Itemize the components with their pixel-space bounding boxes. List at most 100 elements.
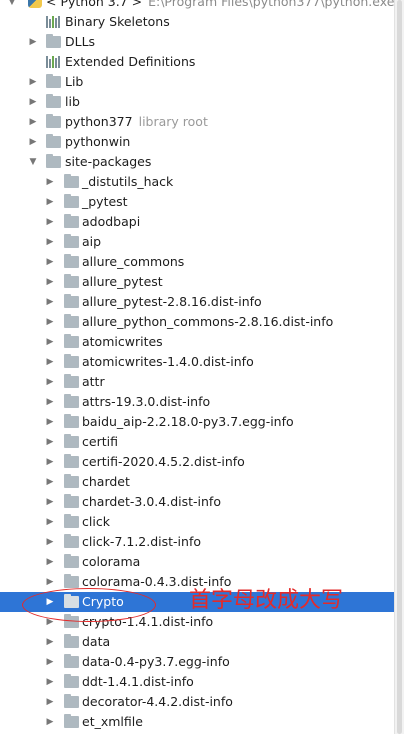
chevron-right-icon[interactable]: ▶ [44, 532, 56, 552]
site-package-item[interactable]: ▶ attr [0, 372, 395, 392]
tree-item-python377[interactable]: ▶ python377 library root [0, 112, 395, 132]
tree-item-text: click [82, 514, 110, 529]
folder-icon [64, 674, 79, 688]
tree-item-text: ddt-1.4.1.dist-info [82, 674, 194, 689]
chevron-right-icon[interactable]: ▶ [27, 112, 39, 132]
chevron-right-icon[interactable]: ▶ [44, 392, 56, 412]
tree-item-label: site-packages [65, 152, 151, 172]
site-package-item[interactable]: ▶ allure_commons [0, 252, 395, 272]
site-package-item[interactable]: ▶ adodbapi [0, 212, 395, 232]
site-package-item[interactable]: ▶ click-7.1.2.dist-info [0, 532, 395, 552]
tree-item-site-packages[interactable]: ▼ site-packages [0, 152, 395, 172]
chevron-right-icon[interactable]: ▶ [44, 432, 56, 452]
tree-item-lib[interactable]: ▶ Lib [0, 72, 395, 92]
tree-item-label: click [82, 512, 110, 532]
folder-icon [64, 254, 79, 268]
chevron-right-icon[interactable]: ▶ [27, 32, 39, 52]
chevron-right-icon[interactable]: ▶ [44, 232, 56, 252]
chevron-right-icon[interactable]: ▶ [44, 372, 56, 392]
chevron-right-icon[interactable]: ▶ [44, 492, 56, 512]
chevron-right-icon[interactable]: ▶ [44, 272, 56, 292]
interpreter-path: E:\Program Files\python377\python.exe [148, 0, 395, 9]
chevron-right-icon[interactable]: ▶ [44, 572, 56, 592]
chevron-right-icon[interactable]: ▶ [44, 192, 56, 212]
tree-item-label: et_xmlfile [82, 712, 143, 732]
site-package-item[interactable]: ▶ _pytest [0, 192, 395, 212]
tree-item-text: lib [65, 94, 80, 109]
site-package-item[interactable]: ▶ attrs-19.3.0.dist-info [0, 392, 395, 412]
site-package-item[interactable]: ▶ certifi-2020.4.5.2.dist-info [0, 452, 395, 472]
site-package-item[interactable]: ▶ atomicwrites [0, 332, 395, 352]
tree-item-text: _pytest [82, 194, 128, 209]
tree-item-label: certifi-2020.4.5.2.dist-info [82, 452, 245, 472]
chevron-right-icon[interactable]: ▶ [44, 672, 56, 692]
site-package-item[interactable]: ▶ allure_pytest-2.8.16.dist-info [0, 292, 395, 312]
site-package-item[interactable]: ▶ allure_python_commons-2.8.16.dist-info [0, 312, 395, 332]
folder-icon [64, 454, 79, 468]
folder-icon [64, 194, 79, 208]
site-package-item[interactable]: ▶ baidu_aip-2.2.18.0-py3.7.egg-info [0, 412, 395, 432]
folder-icon [64, 394, 79, 408]
chevron-right-icon[interactable]: ▶ [44, 692, 56, 712]
vertical-scrollbar[interactable] [394, 0, 404, 734]
site-package-item[interactable]: ▶ atomicwrites-1.4.0.dist-info [0, 352, 395, 372]
tree-item-label: atomicwrites [82, 332, 163, 352]
chevron-right-icon[interactable]: ▶ [44, 352, 56, 372]
site-package-item[interactable]: ▶ decorator-4.4.2.dist-info [0, 692, 395, 712]
tree-item-pythonwin[interactable]: ▶ pythonwin [0, 132, 395, 152]
tree-item-extended-definitions[interactable]: Extended Definitions [0, 52, 395, 72]
site-package-item[interactable]: ▶ certifi [0, 432, 395, 452]
folder-icon [64, 214, 79, 228]
chevron-right-icon[interactable]: ▶ [44, 632, 56, 652]
chevron-right-icon[interactable]: ▶ [44, 472, 56, 492]
site-package-item[interactable]: ▶ data-0.4-py3.7.egg-info [0, 652, 395, 672]
tree-item-text: certifi-2020.4.5.2.dist-info [82, 454, 245, 469]
folder-icon [64, 714, 79, 728]
site-package-item[interactable]: ▶ allure_pytest [0, 272, 395, 292]
site-package-item[interactable]: ▶ data [0, 632, 395, 652]
chevron-right-icon[interactable]: ▶ [44, 412, 56, 432]
chevron-right-icon[interactable]: ▶ [27, 92, 39, 112]
site-package-item[interactable]: ▶ ddt-1.4.1.dist-info [0, 672, 395, 692]
tree-item-label: chardet [82, 472, 130, 492]
site-package-item[interactable]: ▶ aip [0, 232, 395, 252]
scrollbar-thumb[interactable] [397, 0, 402, 734]
site-package-item[interactable]: ▶ et_xmlfile [0, 712, 395, 732]
tree-item-text: Extended Definitions [65, 54, 196, 69]
tree-item-text: colorama [82, 554, 141, 569]
site-package-item[interactable]: ▶ chardet [0, 472, 395, 492]
chevron-right-icon[interactable]: ▶ [44, 252, 56, 272]
tree-item-label: click-7.1.2.dist-info [82, 532, 201, 552]
chevron-right-icon[interactable]: ▶ [44, 172, 56, 192]
chevron-right-icon[interactable]: ▶ [44, 712, 56, 732]
tree-item-text: allure_pytest [82, 274, 163, 289]
site-package-item[interactable]: ▶ _distutils_hack [0, 172, 395, 192]
chevron-right-icon[interactable]: ▶ [44, 512, 56, 532]
chevron-down-icon[interactable]: ▼ [6, 0, 18, 12]
tree-item-label: DLLs [65, 32, 95, 52]
chevron-right-icon[interactable]: ▶ [44, 212, 56, 232]
chevron-right-icon[interactable]: ▶ [44, 452, 56, 472]
chevron-down-icon[interactable]: ▼ [27, 152, 39, 172]
tree-item-label: allure_commons [82, 252, 184, 272]
chevron-right-icon[interactable]: ▶ [44, 292, 56, 312]
tree-item-binary-skeletons[interactable]: Binary Skeletons [0, 12, 395, 32]
tree-item-text: data [82, 634, 111, 649]
chevron-right-icon[interactable]: ▶ [27, 132, 39, 152]
folder-icon [64, 374, 79, 388]
tree-item-dlls[interactable]: ▶ DLLs [0, 32, 395, 52]
chevron-right-icon[interactable]: ▶ [44, 552, 56, 572]
tree-item-lib[interactable]: ▶ lib [0, 92, 395, 112]
tree-item-label: certifi [82, 432, 118, 452]
site-package-item[interactable]: ▶ colorama [0, 552, 395, 572]
chevron-right-icon[interactable]: ▶ [44, 652, 56, 672]
tree-root-python-sdk[interactable]: ▼ < Python 3.7 > E:\Program Files\python37… [0, 0, 395, 12]
site-package-item[interactable]: ▶ chardet-3.0.4.dist-info [0, 492, 395, 512]
site-package-item[interactable]: ▶ click [0, 512, 395, 532]
chevron-right-icon[interactable]: ▶ [44, 312, 56, 332]
tree-item-label: Binary Skeletons [65, 12, 170, 32]
tree-item-text: allure_python_commons-2.8.16.dist-info [82, 314, 334, 329]
chevron-right-icon[interactable]: ▶ [44, 332, 56, 352]
chevron-right-icon[interactable]: ▶ [27, 72, 39, 92]
folder-icon [46, 34, 61, 48]
